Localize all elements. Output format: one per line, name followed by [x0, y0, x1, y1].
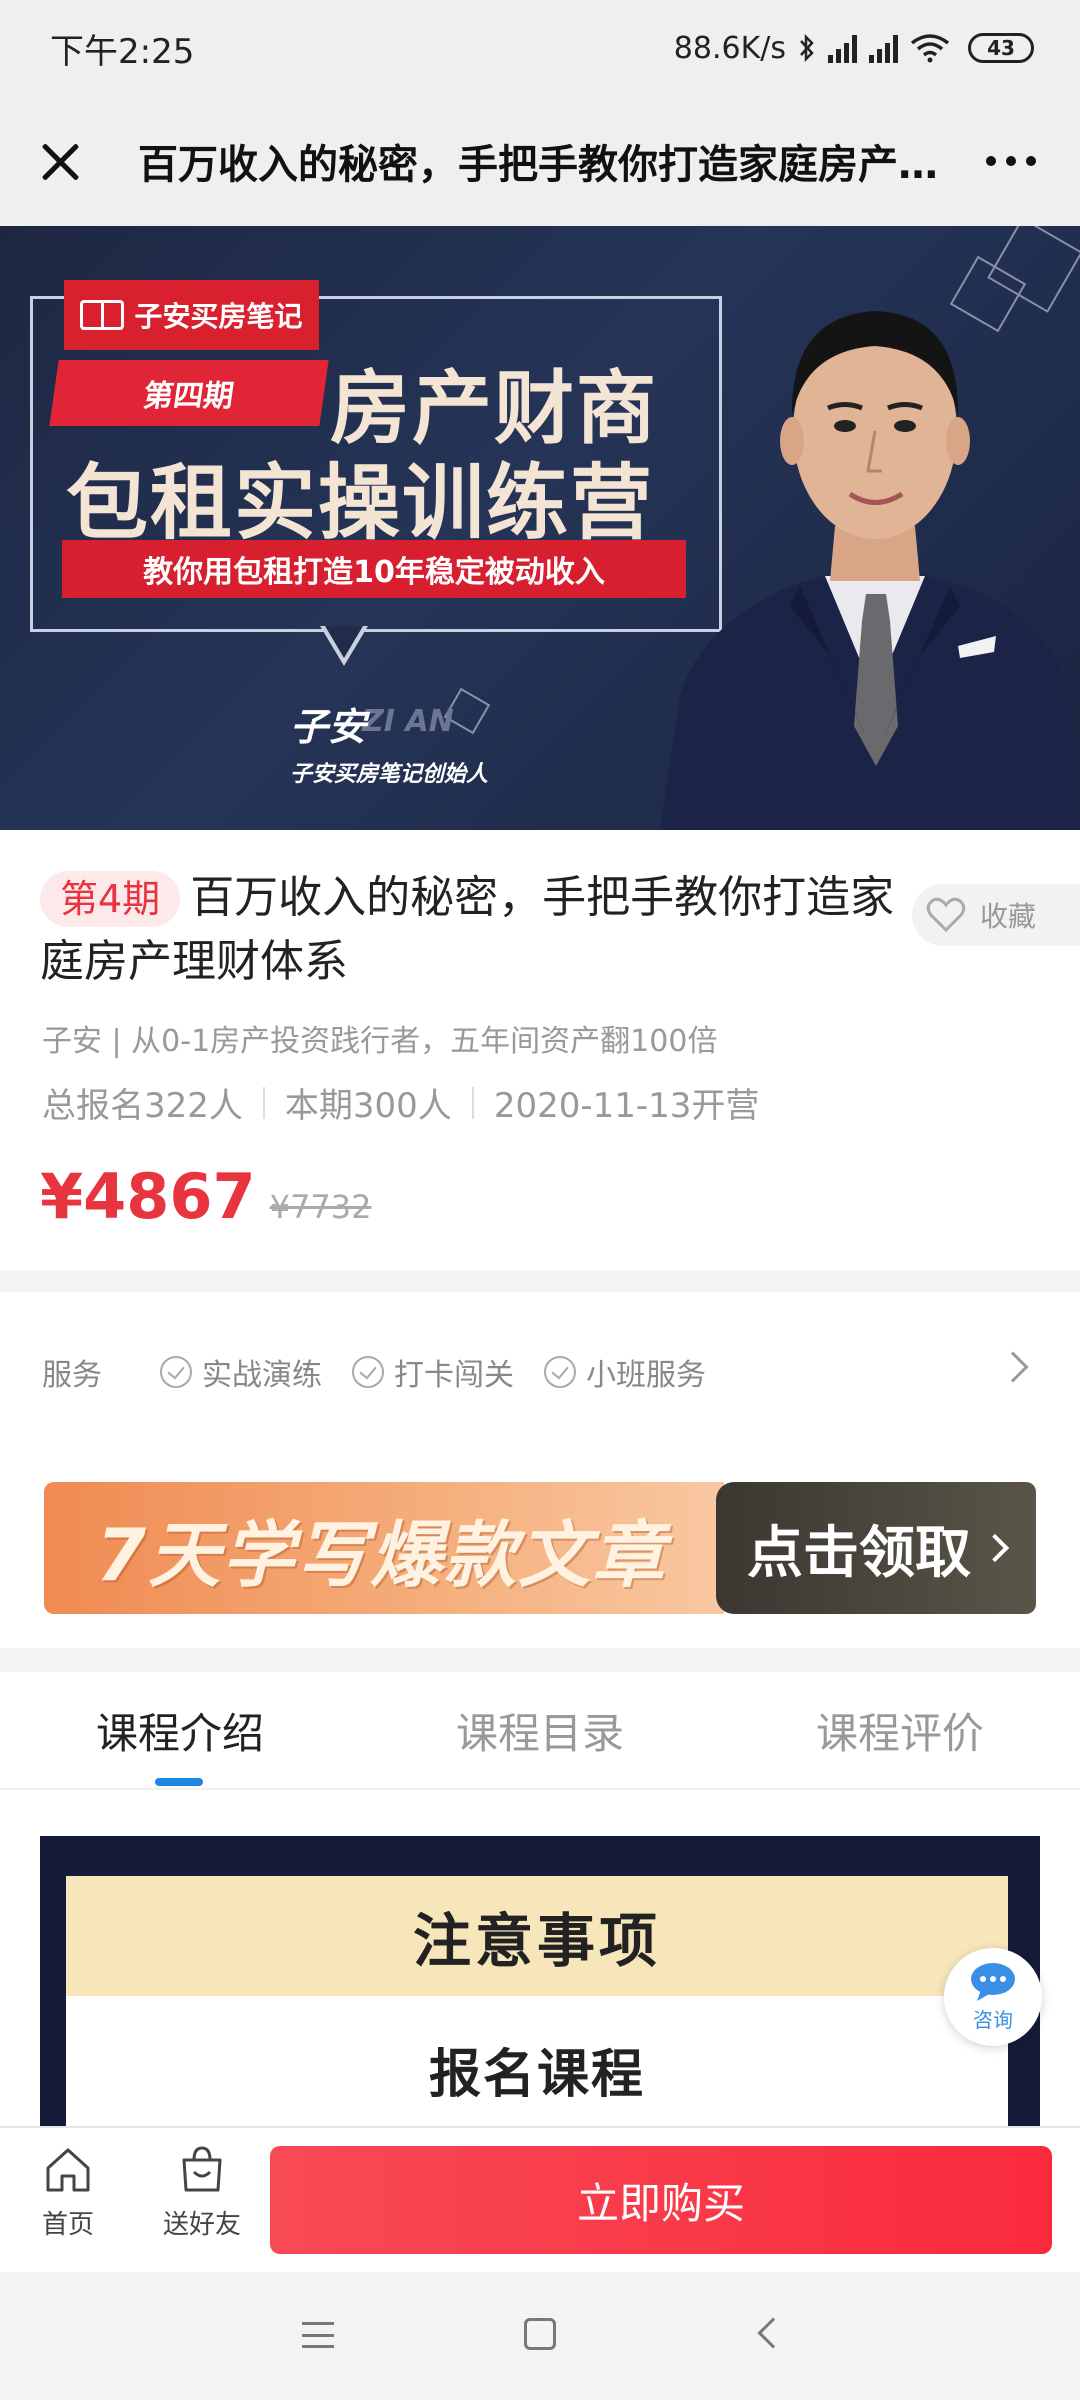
chat-bubble-icon — [971, 1962, 1015, 2001]
section-gap — [0, 1270, 1080, 1292]
system-navigation-bar — [0, 2272, 1080, 2400]
banner-name-en: ZI AN — [362, 704, 454, 739]
divider — [262, 1086, 265, 1119]
service-item-label: 小班服务 — [586, 1358, 706, 1393]
notice-title: 注意事项 — [66, 1876, 1008, 1996]
stats-line: 总报名322人 本期300人 2020-11-13开营 — [42, 1078, 759, 1127]
total-signups: 总报名322人 — [42, 1086, 243, 1126]
network-speed: 88.6K/s — [673, 30, 786, 66]
price-line: ¥4867 ¥7732 — [40, 1160, 372, 1233]
nav-home[interactable]: 首页 — [24, 2144, 112, 2264]
services-section: 服务 实战演练 打卡闯关 小班服务 7天学写爆款文章 点击领取 — [0, 1292, 1080, 1648]
presenter-photo — [660, 311, 1080, 830]
book-icon — [80, 300, 125, 330]
course-banner: 子安买房笔记 第四期 房产财商 包租实操训练营 教你用包租打造10年稳定被动收入… — [0, 226, 1080, 830]
banner-name: 子安 — [290, 705, 367, 749]
notice-subtitle: 报名课程 — [66, 1996, 1008, 2126]
heart-icon — [926, 897, 966, 933]
back-icon[interactable] — [757, 2317, 789, 2349]
check-circle-icon — [352, 1356, 384, 1388]
service-item: 实战演练 — [160, 1350, 322, 1394]
service-item-label: 打卡闯关 — [394, 1358, 514, 1393]
issue-tag: 第4期 — [40, 871, 181, 927]
section-gap — [0, 1648, 1080, 1672]
current-price: ¥4867 — [40, 1160, 256, 1233]
battery-icon: 43 — [968, 33, 1034, 63]
tab-course-intro[interactable]: 课程介绍 — [0, 1672, 360, 1788]
gift-bag-icon — [182, 2146, 222, 2192]
nav-home-label: 首页 — [41, 2210, 94, 2240]
page-title: 百万收入的秘密，手把手教你打造家庭房产理财体系 — [138, 142, 966, 188]
chevron-right-icon — [980, 1533, 1010, 1563]
divider — [471, 1086, 474, 1119]
promo-text: 7天学写爆款文章 — [96, 1512, 667, 1597]
service-item: 打卡闯关 — [352, 1350, 514, 1394]
title-bar: 百万收入的秘密，手把手教你打造家庭房产理财体系 — [0, 96, 1080, 226]
nav-send-friend[interactable]: 送好友 — [152, 2144, 252, 2264]
status-bar: 下午2:25 88.6K/s 43 — [0, 0, 1080, 96]
close-icon[interactable] — [36, 136, 86, 186]
wifi-icon — [910, 34, 950, 63]
product-info: 第4期 百万收入的秘密，手把手教你打造家庭房产理财体系 收藏 子安 | 从0-1房… — [0, 830, 1080, 1270]
original-price: ¥7732 — [269, 1188, 372, 1226]
status-time: 下午2:25 — [50, 31, 195, 72]
issue-capacity: 本期300人 — [284, 1086, 452, 1126]
promo-claim-button[interactable]: 点击领取 — [716, 1482, 1036, 1614]
more-icon[interactable] — [986, 156, 1036, 166]
bluetooth-icon — [800, 34, 814, 62]
home-square-icon[interactable] — [524, 2318, 556, 2350]
banner-headline: 包租实操训练营 — [66, 456, 655, 551]
favorite-label: 收藏 — [980, 900, 1037, 933]
nav-send-friend-label: 送好友 — [162, 2210, 241, 2240]
banner-brand-label: 子安买房笔记 — [134, 300, 303, 333]
chevron-right-icon[interactable] — [997, 1351, 1029, 1383]
consult-button[interactable]: 咨询 — [944, 1948, 1042, 2046]
signal-icon — [869, 33, 898, 63]
home-icon — [46, 2148, 90, 2192]
buy-now-button[interactable]: 立即购买 — [270, 2146, 1052, 2254]
status-icons: 88.6K/s 43 — [674, 31, 1034, 66]
promo-cta-label: 点击领取 — [747, 1520, 971, 1586]
banner-brand: 子安买房笔记 — [64, 280, 319, 350]
services-label: 服务 — [42, 1358, 102, 1393]
bottom-bar: 首页 送好友 立即购买 — [0, 2126, 1080, 2272]
service-item: 小班服务 — [544, 1350, 706, 1394]
course-intro-image: 注意事项 报名课程 — [40, 1836, 1040, 2126]
author-line: 子安 | 从0-1房产投资践行者，五年间资产翻100倍 — [42, 1024, 718, 1059]
service-item-label: 实战演练 — [202, 1358, 322, 1393]
tab-course-catalog[interactable]: 课程目录 — [360, 1672, 720, 1788]
start-date: 2020-11-13开营 — [493, 1086, 760, 1126]
banner-issue: 第四期 — [49, 360, 329, 426]
course-tabs: 课程介绍 课程目录 课程评价 — [0, 1672, 1080, 1790]
favorite-button[interactable]: 收藏 — [912, 884, 1080, 946]
check-circle-icon — [160, 1356, 192, 1388]
banner-role: 子安买房笔记创始人 — [290, 762, 489, 787]
banner-frame-tail — [325, 626, 363, 658]
services-row[interactable]: 服务 实战演练 打卡闯关 小班服务 — [42, 1342, 1042, 1402]
signal-hd-icon — [828, 33, 857, 63]
promo-left: 7天学写爆款文章 — [44, 1482, 724, 1614]
check-circle-icon — [544, 1356, 576, 1388]
tab-course-reviews[interactable]: 课程评价 — [720, 1672, 1080, 1788]
banner-subline: 教你用包租打造10年稳定被动收入 — [62, 540, 686, 598]
consult-label: 咨询 — [973, 2007, 1013, 2032]
tab-indicator — [155, 1778, 203, 1786]
recent-apps-icon[interactable] — [302, 2322, 334, 2348]
promo-banner[interactable]: 7天学写爆款文章 点击领取 — [44, 1482, 1036, 1614]
product-title: 第4期 百万收入的秘密，手把手教你打造家庭房产理财体系 — [40, 866, 910, 994]
